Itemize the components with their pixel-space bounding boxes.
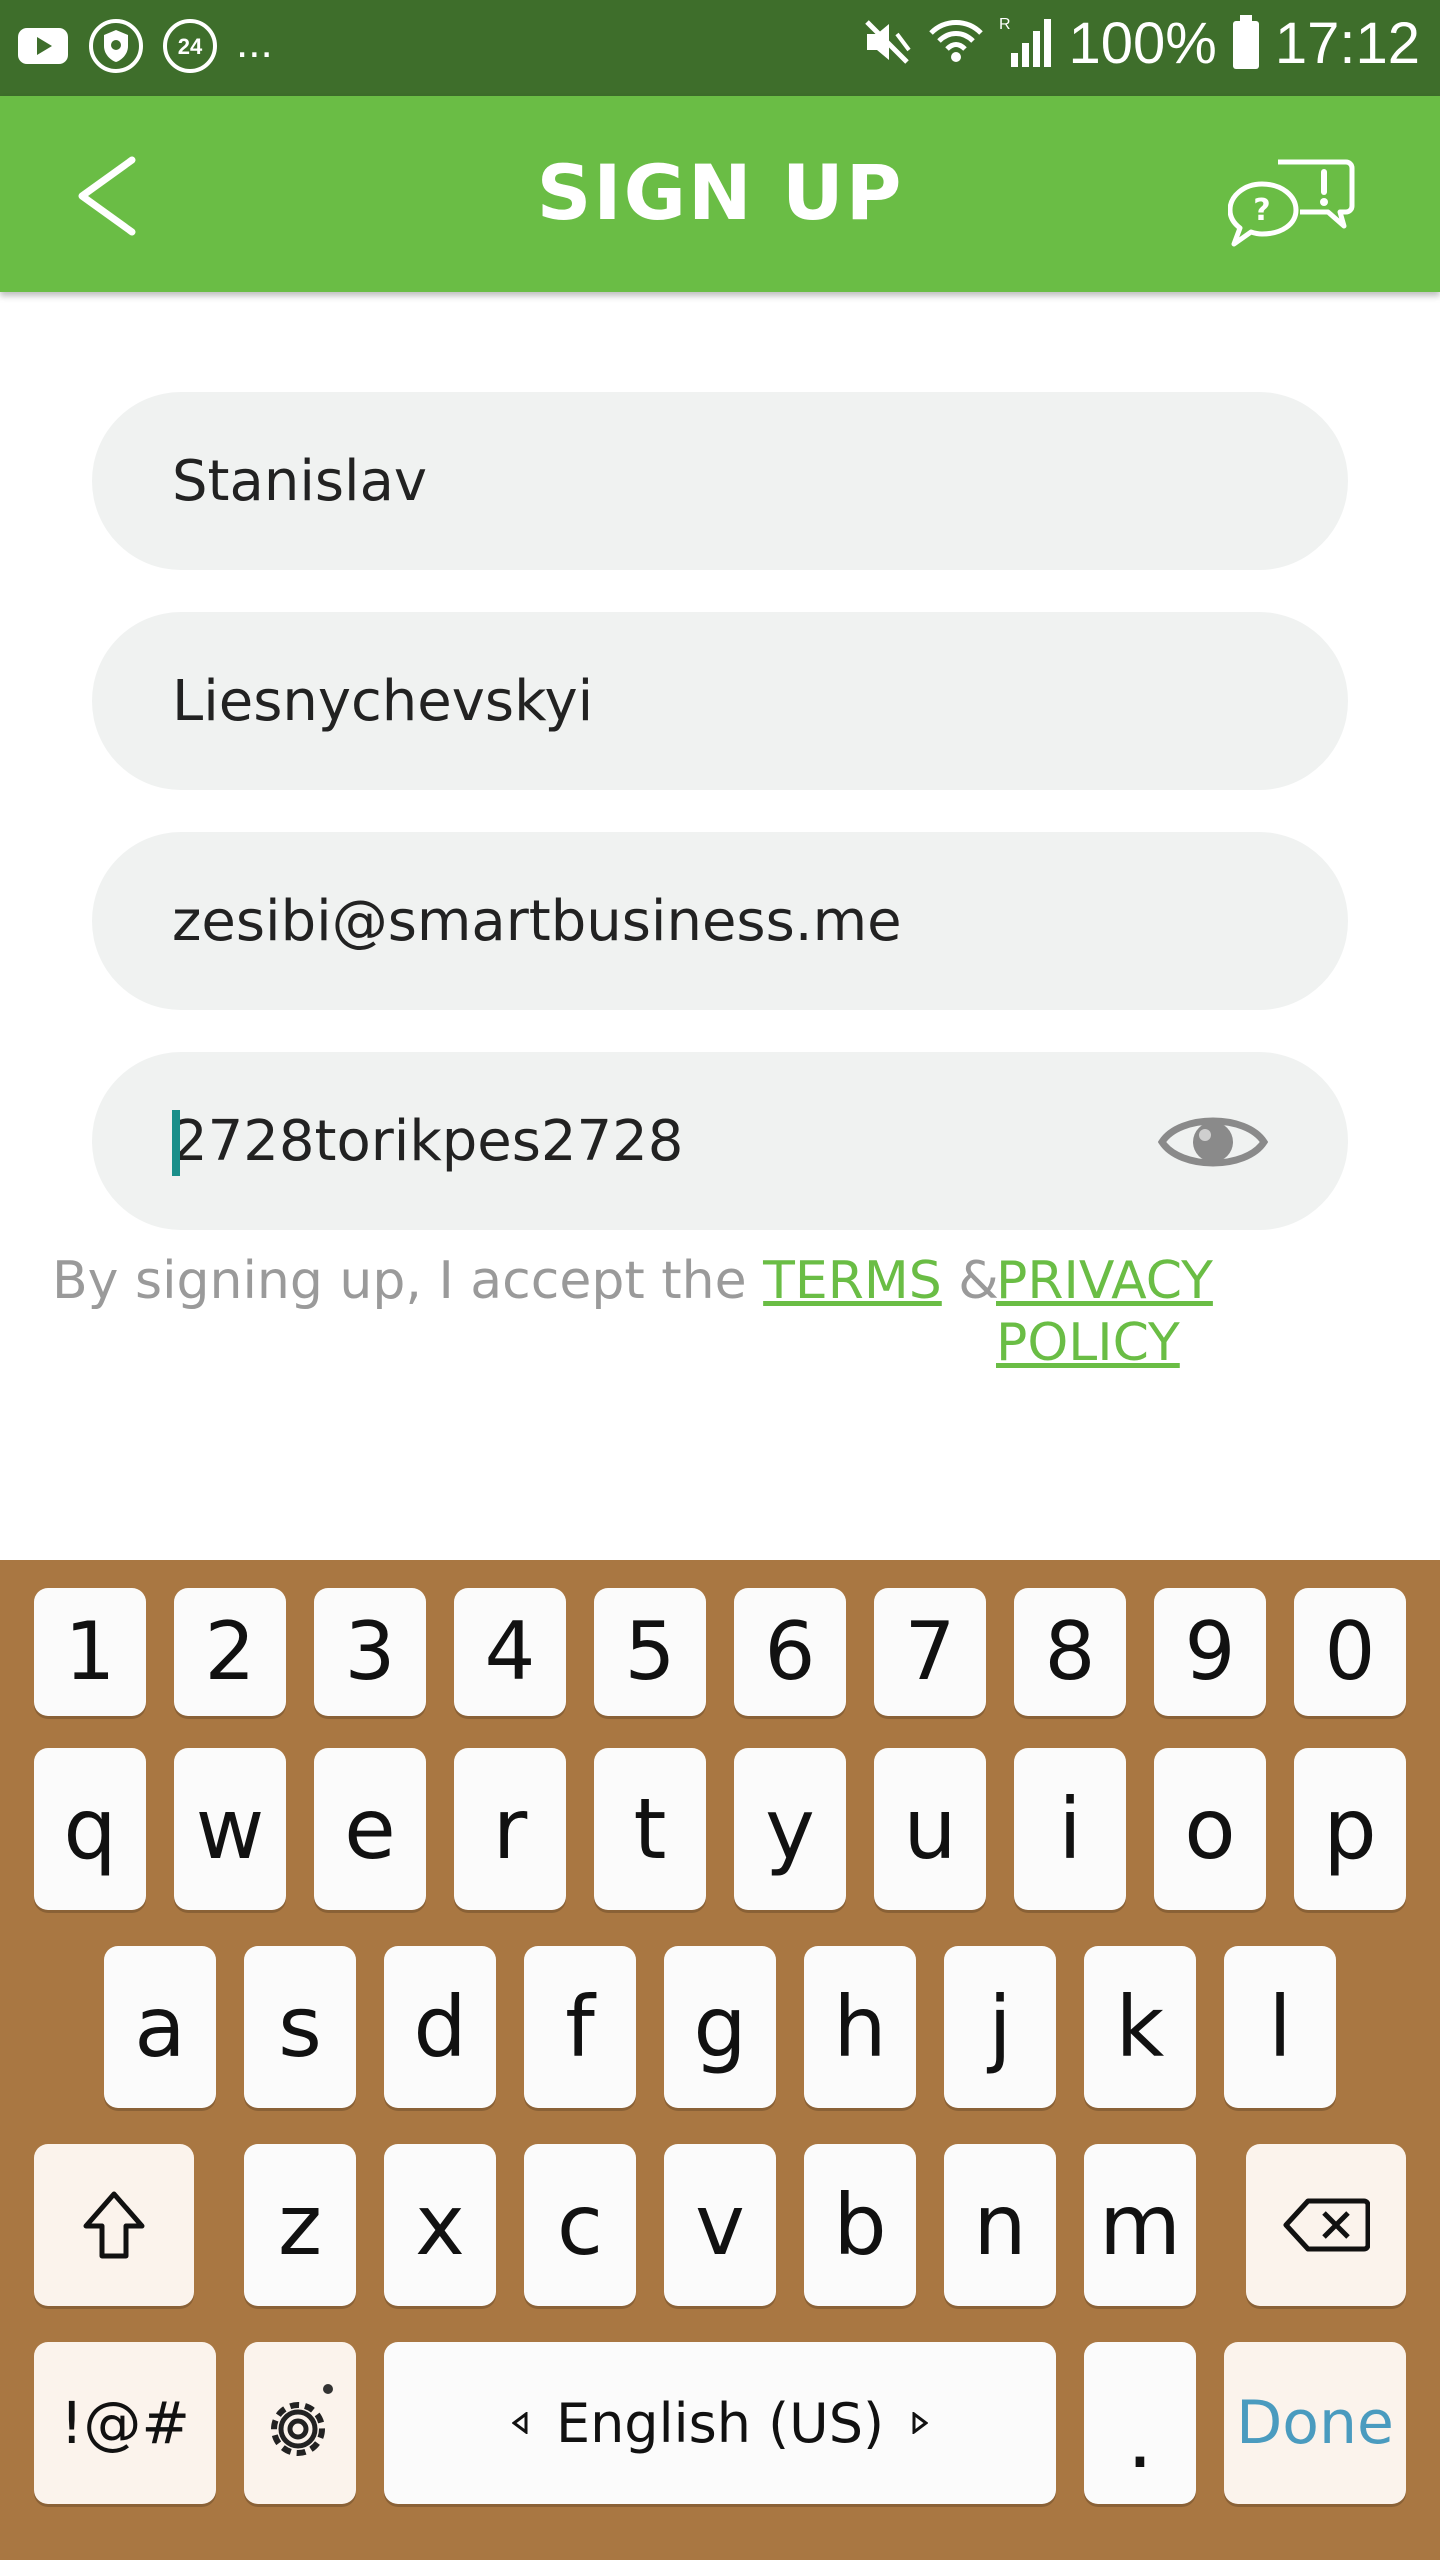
first-name-value: Stanislav [172,448,428,514]
mute-icon [861,16,913,72]
battery-icon [1231,13,1261,75]
chat-help-icon: ? [1227,159,1355,247]
status-left: 24 ... [16,18,273,78]
key-x[interactable]: x [384,2144,496,2306]
key-u[interactable]: u [874,1748,986,1910]
backspace-icon [1283,2198,1370,2252]
signal-icon: R [999,13,1055,75]
privacy-policy-link[interactable]: PRIVACY POLICY [996,1250,1246,1374]
text-cursor [172,1110,180,1176]
key-4[interactable]: 4 [454,1588,566,1716]
key-g[interactable]: g [664,1946,776,2108]
key-y[interactable]: y [734,1748,846,1910]
password-field[interactable]: 2728torikpes2728 [92,1052,1348,1230]
key-f[interactable]: f [524,1946,636,2108]
shift-arrow-icon [83,2191,145,2259]
soft-keyboard: 1 2 3 4 5 6 7 8 9 0 q w e r t y u i o p … [0,1560,1440,2560]
status-bar: 24 ... R 100% 17:12 [0,0,1440,96]
key-z[interactable]: z [244,2144,356,2306]
gear-icon [271,2384,333,2456]
key-p[interactable]: p [1294,1748,1406,1910]
key-1[interactable]: 1 [34,1588,146,1716]
youtube-icon [16,26,70,70]
wifi-icon [927,13,985,75]
eye-icon [1157,1117,1269,1167]
symbols-key[interactable]: !@# [34,2342,216,2504]
key-h[interactable]: h [804,1946,916,2108]
space-key[interactable]: English (US) [384,2342,1056,2504]
key-7[interactable]: 7 [874,1588,986,1716]
key-e[interactable]: e [314,1748,426,1910]
terms-link[interactable]: TERMS [763,1251,942,1311]
key-d[interactable]: d [384,1946,496,2108]
key-8[interactable]: 8 [1014,1588,1126,1716]
key-q[interactable]: q [34,1748,146,1910]
key-j[interactable]: j [944,1946,1056,2108]
svg-text:R: R [999,16,1011,33]
key-r[interactable]: r [454,1748,566,1910]
key-9[interactable]: 9 [1154,1588,1266,1716]
caret-left-icon [511,2412,528,2434]
key-5[interactable]: 5 [594,1588,706,1716]
caret-right-icon [912,2412,929,2434]
keyboard-settings-key[interactable] [244,2342,356,2504]
key-2[interactable]: 2 [174,1588,286,1716]
key-s[interactable]: s [244,1946,356,2108]
key-w[interactable]: w [174,1748,286,1910]
email-value: zesibi@smartbusiness.me [172,888,902,954]
password-value: 2728torikpes2728 [172,1108,684,1174]
key-m[interactable]: m [1084,2144,1196,2306]
space-language-label: English (US) [555,2391,885,2455]
last-name-field[interactable]: Liesnychevskyi [92,612,1348,790]
privacy-link-line1: PRIVACY [996,1251,1213,1311]
terms-prefix: By signing up, I accept the [52,1251,764,1311]
terms-notice: By signing up, I accept the TERMS & PRIV… [52,1250,1352,1373]
key-t[interactable]: t [594,1748,706,1910]
email-field[interactable]: zesibi@smartbusiness.me [92,832,1348,1010]
key-l[interactable]: l [1224,1946,1336,2108]
help-chat-button[interactable]: ? [1227,154,1356,250]
key-n[interactable]: n [944,2144,1056,2306]
key-a[interactable]: a [104,1946,216,2108]
key-k[interactable]: k [1084,1946,1196,2108]
overflow-indicator: ... [236,18,273,67]
battery-percent: 100% [1068,11,1217,76]
toggle-password-visibility-button[interactable] [1157,1102,1269,1182]
badge-24-icon: 24 [162,18,218,78]
key-3[interactable]: 3 [314,1588,426,1716]
shield-icon [88,18,144,78]
done-key[interactable]: Done [1224,2342,1406,2504]
key-i[interactable]: i [1014,1748,1126,1910]
last-name-value: Liesnychevskyi [172,668,594,734]
privacy-link-line2: POLICY [996,1313,1180,1373]
key-b[interactable]: b [804,2144,916,2306]
key-v[interactable]: v [664,2144,776,2306]
key-c[interactable]: c [524,2144,636,2306]
badge-24-text: 24 [178,34,203,59]
svg-text:?: ? [1253,193,1270,228]
clock: 17:12 [1274,11,1420,76]
app-bar: SIGN UP ? [0,96,1440,292]
shift-key[interactable] [34,2144,194,2306]
terms-amp: & [941,1251,999,1311]
page-title: SIGN UP [536,148,904,237]
key-0[interactable]: 0 [1294,1588,1406,1716]
key-o[interactable]: o [1154,1748,1266,1910]
first-name-field[interactable]: Stanislav [92,392,1348,570]
status-right: R 100% 17:12 [861,10,1420,77]
key-6[interactable]: 6 [734,1588,846,1716]
backspace-key[interactable] [1246,2144,1406,2306]
period-key[interactable]: . [1084,2342,1196,2504]
